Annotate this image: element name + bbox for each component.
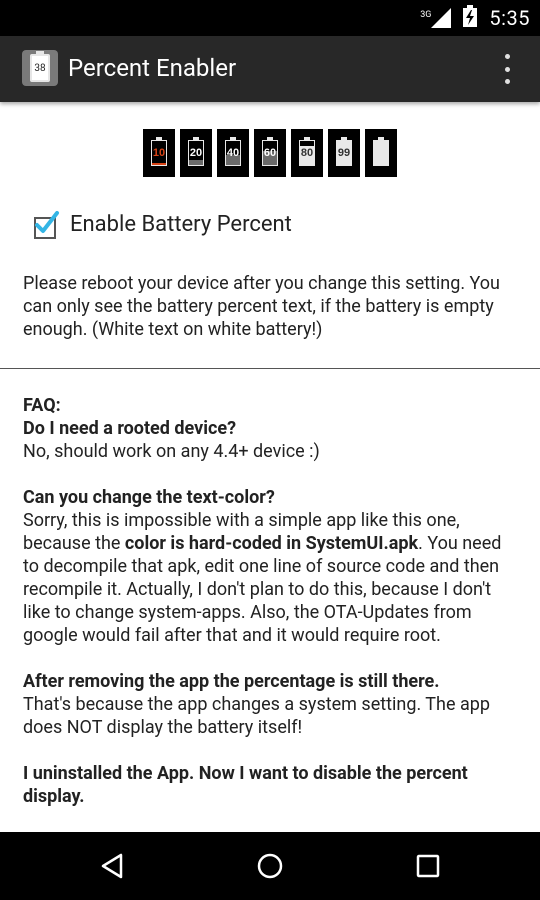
overflow-menu-icon[interactable] <box>502 54 512 84</box>
battery-sample-label: 99 <box>337 147 351 159</box>
back-icon <box>101 853 123 879</box>
signal-icon: 3G <box>420 8 452 28</box>
battery-sample: 60 <box>254 129 286 177</box>
faq-question: Do I need a rooted device? <box>23 418 237 439</box>
battery-sample: 10 <box>143 129 175 177</box>
faq-question: Can you change the text-color? <box>23 487 275 508</box>
battery-preview-row: 10 20 40 60 80 99 <box>143 129 397 177</box>
app-bar: 38 Percent Enabler <box>0 36 540 102</box>
battery-sample: 40 <box>217 129 249 177</box>
battery-sample-label: 80 <box>300 147 314 159</box>
status-bar: 3G 5:35 <box>0 0 540 36</box>
app-icon-text: 38 <box>34 62 46 74</box>
faq-answer-emphasis: color is hard-coded in SystemUI.apk <box>124 533 419 554</box>
app-title: Percent Enabler <box>68 54 237 82</box>
navigation-bar <box>0 832 540 900</box>
clock: 5:35 <box>489 6 530 30</box>
network-type: 3G <box>420 10 432 20</box>
faq-section: FAQ: Do I need a rooted device? No, shou… <box>23 394 521 831</box>
checkmark-icon <box>35 210 59 233</box>
battery-sample <box>365 129 397 177</box>
faq-answer: No, should work on any 4.4+ device :) <box>23 441 320 462</box>
faq-answer: That's because the app changes a system … <box>23 694 490 738</box>
home-button[interactable] <box>230 832 310 900</box>
enable-percent-setting[interactable]: Enable Battery Percent <box>34 210 292 239</box>
battery-sample: 80 <box>291 129 323 177</box>
app-icon: 38 <box>22 50 58 86</box>
battery-sample-label: 40 <box>226 147 240 159</box>
battery-sample-label: 20 <box>189 147 203 159</box>
enable-percent-label[interactable]: Enable Battery Percent <box>70 212 292 237</box>
enable-percent-checkbox[interactable] <box>34 210 59 239</box>
battery-sample-label: 10 <box>152 147 166 159</box>
recents-button[interactable] <box>388 832 468 900</box>
main-content[interactable]: 10 20 40 60 80 99 Enable Battery Percent <box>0 102 540 832</box>
back-button[interactable] <box>72 832 152 900</box>
battery-charging-icon <box>463 5 478 31</box>
recents-icon <box>416 854 440 878</box>
battery-sample: 20 <box>180 129 212 177</box>
app-icon-battery: 38 <box>30 51 50 82</box>
battery-sample-label: 60 <box>263 147 277 159</box>
reboot-note: Please reboot your device after you chan… <box>23 273 500 340</box>
faq-heading: FAQ: <box>23 395 61 416</box>
divider <box>0 368 540 369</box>
faq-question: I uninstalled the App. Now I want to dis… <box>23 763 468 807</box>
battery-sample: 99 <box>328 129 360 177</box>
faq-question: After removing the app the percentage is… <box>23 671 440 692</box>
home-icon <box>257 853 283 879</box>
